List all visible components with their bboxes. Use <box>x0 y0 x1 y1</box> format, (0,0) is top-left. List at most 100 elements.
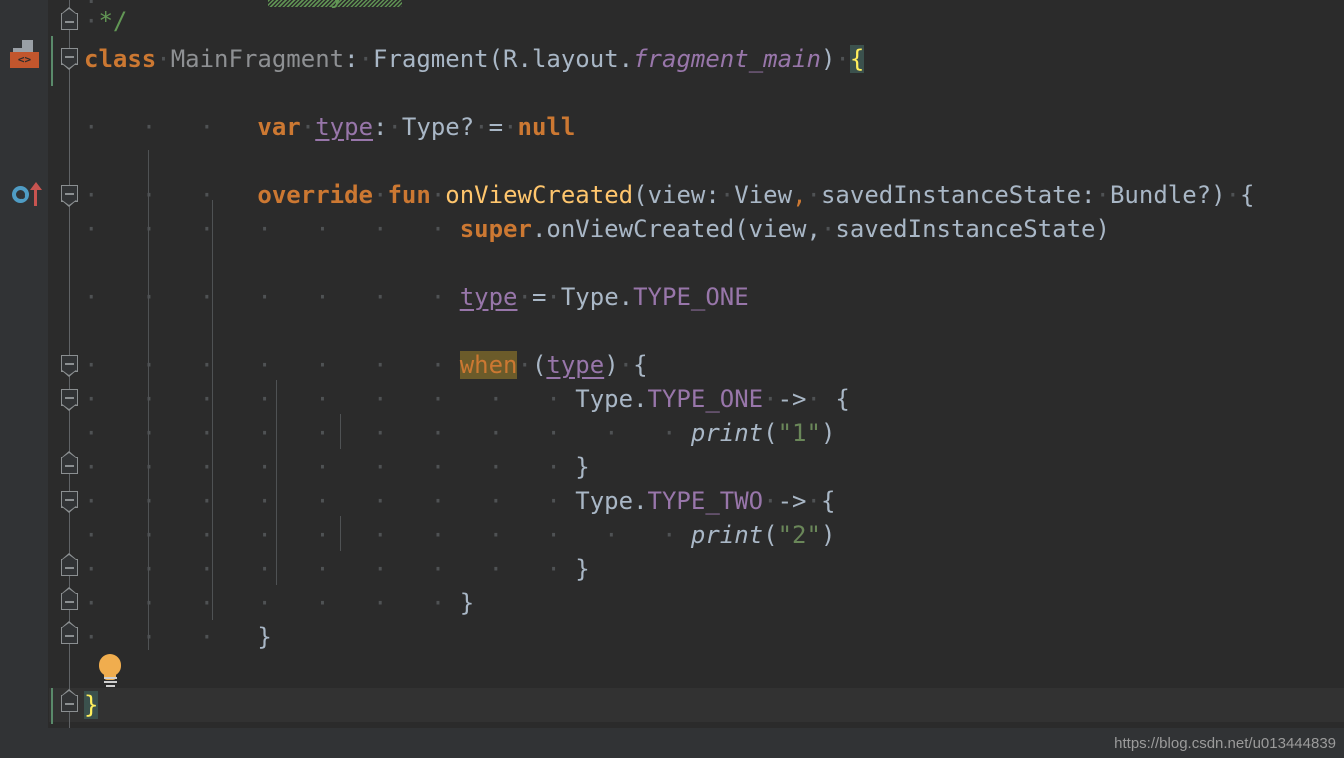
token-brace-open-when: { <box>633 351 648 379</box>
token-when-paren-close: ) <box>604 351 619 379</box>
code-line-print-two[interactable]: · · · · · · · · · · · print("2") <box>84 518 835 552</box>
code-line-super-call[interactable]: · · · · · · · super.onViewCreated(view,·… <box>84 212 1110 246</box>
token-kw-class: class <box>84 45 157 73</box>
token-brace-close-1: } <box>575 453 590 481</box>
code-line-class-declaration[interactable]: class·MainFragment:·Fragment(R.layout.fr… <box>84 42 865 76</box>
token-fn-print-one: print <box>690 419 764 447</box>
spellcheck-squiggle <box>268 0 402 7</box>
token-r-layout: R.layout. <box>503 45 634 73</box>
intention-bulb-icon[interactable] <box>96 654 126 688</box>
token-layout-resource: fragment_main <box>633 45 821 73</box>
token-paren-close-4: ) <box>820 521 836 549</box>
token-colon: : <box>344 45 359 73</box>
code-line-override-fun[interactable]: · · · override·fun·onViewCreated(view:·V… <box>84 178 1254 212</box>
token-when-paren-open: ( <box>531 351 547 379</box>
fold-marker[interactable] <box>61 621 78 644</box>
token-brace-close-3: } <box>459 589 475 617</box>
code-line-branch-two[interactable]: · · · · · · · · · Type.TYPE_TWO·->·{ <box>84 484 835 518</box>
token-paren-close-3: ) <box>820 419 836 447</box>
token-paren-open-3: ( <box>763 419 778 447</box>
fold-marker[interactable] <box>61 48 78 70</box>
token-type-prefix: Type. <box>560 283 634 311</box>
code-line-print-one[interactable]: · · · · · · · · · · · print("1") <box>84 416 835 450</box>
token-kw-fun: fun <box>387 181 431 209</box>
fold-marker[interactable] <box>61 689 78 712</box>
token-type-prefix-3: Type. <box>575 487 648 515</box>
code-line-close-fun[interactable]: · · · } <box>84 620 272 654</box>
token-brace-open-branch-one: { <box>835 385 850 413</box>
token-enum-two: TYPE_TWO <box>647 487 764 515</box>
fold-marker[interactable] <box>61 491 78 513</box>
code-line-var-type[interactable]: · · · var·type:·Type?·=·null <box>84 110 575 144</box>
bulb-base-3 <box>106 685 115 687</box>
code-editor-window: <> ·*/ class·MainFragment:·Fragment(R.la… <box>0 0 1344 758</box>
token-comma: , <box>792 181 807 209</box>
fold-marker[interactable] <box>61 451 78 474</box>
vcs-change-marker[interactable] <box>51 36 53 86</box>
token-string-two: "2" <box>777 521 821 549</box>
token-function-name: onViewCreated <box>445 181 634 209</box>
token-equals: = <box>488 113 504 141</box>
token-super-call: .onViewCreated(view, <box>531 215 821 243</box>
token-param-saved-type: Bundle?) <box>1109 181 1226 209</box>
code-line-close-branch-one[interactable]: · · · · · · · · · } <box>84 450 590 484</box>
token-kw-when: when <box>459 351 518 379</box>
token-class-name: MainFragment <box>170 45 345 73</box>
token-matched-brace-open: { <box>849 45 865 73</box>
token-fn-print-two: print <box>690 521 764 549</box>
token-arrow-2: -> <box>777 487 807 515</box>
fold-marker[interactable] <box>61 355 78 377</box>
token-declared-type: Type? <box>401 113 475 141</box>
token-brace-open-branch-two: { <box>820 487 836 515</box>
fold-marker[interactable] <box>61 389 78 411</box>
token-kw-super: super <box>459 215 532 243</box>
vcs-change-marker[interactable] <box>51 688 53 724</box>
editor-gutter[interactable] <box>0 0 48 758</box>
token-when-subject: type <box>546 351 605 379</box>
token-assign-lhs: type <box>459 283 518 311</box>
android-layout-file-icon[interactable]: <> <box>10 39 40 69</box>
layout-icon-tag-label: <> <box>10 52 39 68</box>
code-line-close-when[interactable]: · · · · · · · } <box>84 586 474 620</box>
token-paren-open-4: ( <box>763 521 778 549</box>
token-paren-close: ) <box>820 45 836 73</box>
fold-marker[interactable] <box>61 587 78 610</box>
overriding-method-icon[interactable] <box>12 180 44 210</box>
code-line-close-class[interactable]: } <box>84 688 99 722</box>
fold-marker[interactable] <box>61 7 78 30</box>
fold-marker[interactable] <box>61 553 78 576</box>
token-kw-null: null <box>517 113 576 141</box>
token-equals-2: = <box>531 283 547 311</box>
fold-rail <box>69 0 70 758</box>
token-kw-override: override <box>257 181 373 209</box>
token-comment-close: */ <box>98 7 128 35</box>
code-line-close-branch-two[interactable]: · · · · · · · · · } <box>84 552 590 586</box>
layout-icon-fold <box>13 40 22 48</box>
token-enum-one: TYPE_ONE <box>633 283 749 311</box>
token-enum-one-2: TYPE_ONE <box>647 385 764 413</box>
token-string-one: "1" <box>777 419 821 447</box>
token-paren-open-2: ( <box>633 181 648 209</box>
token-brace-open: { <box>1240 181 1255 209</box>
token-param-view-type: View <box>734 181 793 209</box>
token-brace-close-2: } <box>575 555 590 583</box>
layout-icon-fold-edge <box>13 48 22 51</box>
token-type-prefix-2: Type. <box>575 385 648 413</box>
token-colon-2: : <box>373 113 388 141</box>
token-super-arg2: savedInstanceState) <box>835 215 1110 243</box>
token-field-type: type <box>315 113 374 141</box>
override-icon-ring <box>12 186 29 203</box>
gutter-edge <box>48 0 49 758</box>
token-paren-open: ( <box>488 45 504 73</box>
token-arrow: -> <box>777 385 807 413</box>
code-line-comment-close[interactable]: ·*/ <box>84 4 127 38</box>
code-line-branch-one[interactable]: · · · · · · · · · Type.TYPE_ONE·->· { <box>84 382 850 416</box>
override-icon-arrow-head <box>30 182 42 190</box>
bulb-base-1 <box>104 677 117 679</box>
code-line-type-assign[interactable]: · · · · · · · type·=·Type.TYPE_ONE <box>84 280 749 314</box>
token-matched-brace-close: } <box>84 691 99 719</box>
code-line-when[interactable]: · · · · · · · when·(type)·{ <box>84 348 648 382</box>
fold-marker[interactable] <box>61 185 78 207</box>
token-param-view: view: <box>647 181 720 209</box>
token-param-saved: savedInstanceState: <box>820 181 1096 209</box>
